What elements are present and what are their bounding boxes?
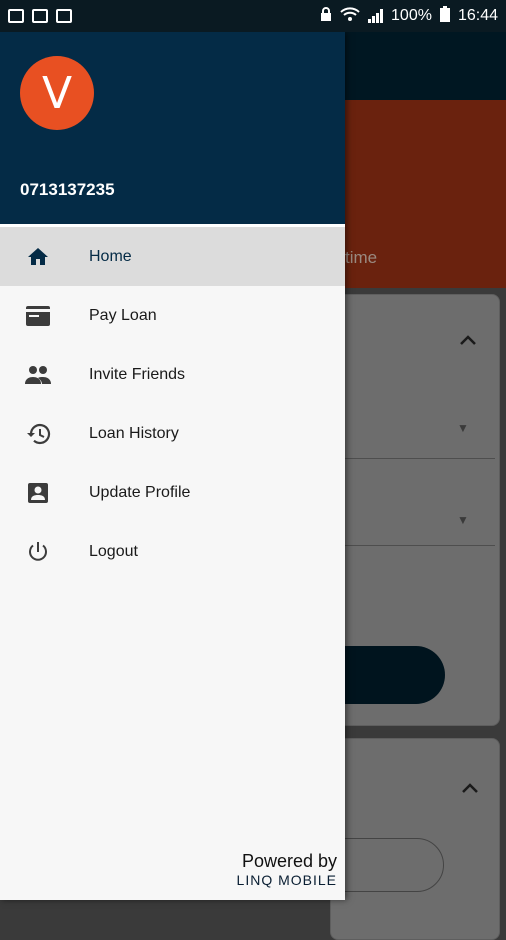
user-phone-number: 0713137235 — [20, 180, 115, 199]
chevron-up-icon — [459, 329, 477, 352]
brand-name: LINQ MOBILE — [236, 872, 337, 888]
menu-item-update-profile[interactable]: Update Profile — [0, 463, 345, 522]
profile-icon — [20, 481, 56, 505]
navigation-drawer: V 0713137235 Home Pay Loan Invite Friend… — [0, 32, 345, 900]
activity-icon — [56, 9, 72, 23]
menu-item-label: Update Profile — [89, 483, 191, 501]
battery-icon — [439, 5, 450, 27]
status-bar-left — [8, 9, 72, 23]
battery-level: 100% — [391, 7, 432, 24]
status-bar: 100% 16:44 — [0, 0, 506, 32]
signal-icon — [368, 9, 384, 23]
menu-item-invite-friends[interactable]: Invite Friends — [0, 345, 345, 404]
divider — [331, 545, 495, 546]
menu-item-label: Logout — [89, 542, 138, 560]
image-icon — [8, 9, 24, 23]
menu-item-logout[interactable]: Logout — [0, 522, 345, 581]
home-icon — [20, 245, 56, 269]
avatar[interactable]: V — [20, 56, 94, 130]
card-icon — [20, 304, 56, 328]
divider — [331, 458, 495, 459]
menu-item-label: Home — [89, 247, 132, 265]
history-icon — [20, 422, 56, 446]
menu-item-home[interactable]: Home — [0, 227, 345, 286]
laptop-icon — [32, 9, 48, 23]
chevron-up-icon — [461, 777, 479, 800]
power-icon — [20, 540, 56, 564]
dropdown-arrow-icon: ▼ — [457, 421, 469, 435]
powered-by-text: Powered by — [241, 851, 337, 871]
menu-item-label: Invite Friends — [89, 365, 186, 383]
background-outlined-field — [330, 838, 444, 892]
background-button — [330, 646, 445, 704]
status-bar-right: 100% 16:44 — [320, 5, 498, 27]
wifi-icon — [340, 6, 360, 26]
background-banner-text: time — [345, 248, 378, 267]
lock-icon — [320, 6, 332, 26]
drawer-footer: Powered by LINQ MOBILE — [237, 851, 337, 888]
people-icon — [20, 363, 56, 387]
menu-item-loan-history[interactable]: Loan History — [0, 404, 345, 463]
dropdown-arrow-icon: ▼ — [457, 513, 469, 527]
drawer-menu: Home Pay Loan Invite Friends Loan Histor… — [0, 227, 345, 581]
menu-item-label: Loan History — [89, 424, 179, 442]
clock: 16:44 — [457, 7, 498, 24]
menu-item-label: Pay Loan — [89, 306, 157, 324]
drawer-header: V 0713137235 — [0, 32, 345, 227]
menu-item-pay-loan[interactable]: Pay Loan — [0, 286, 345, 345]
